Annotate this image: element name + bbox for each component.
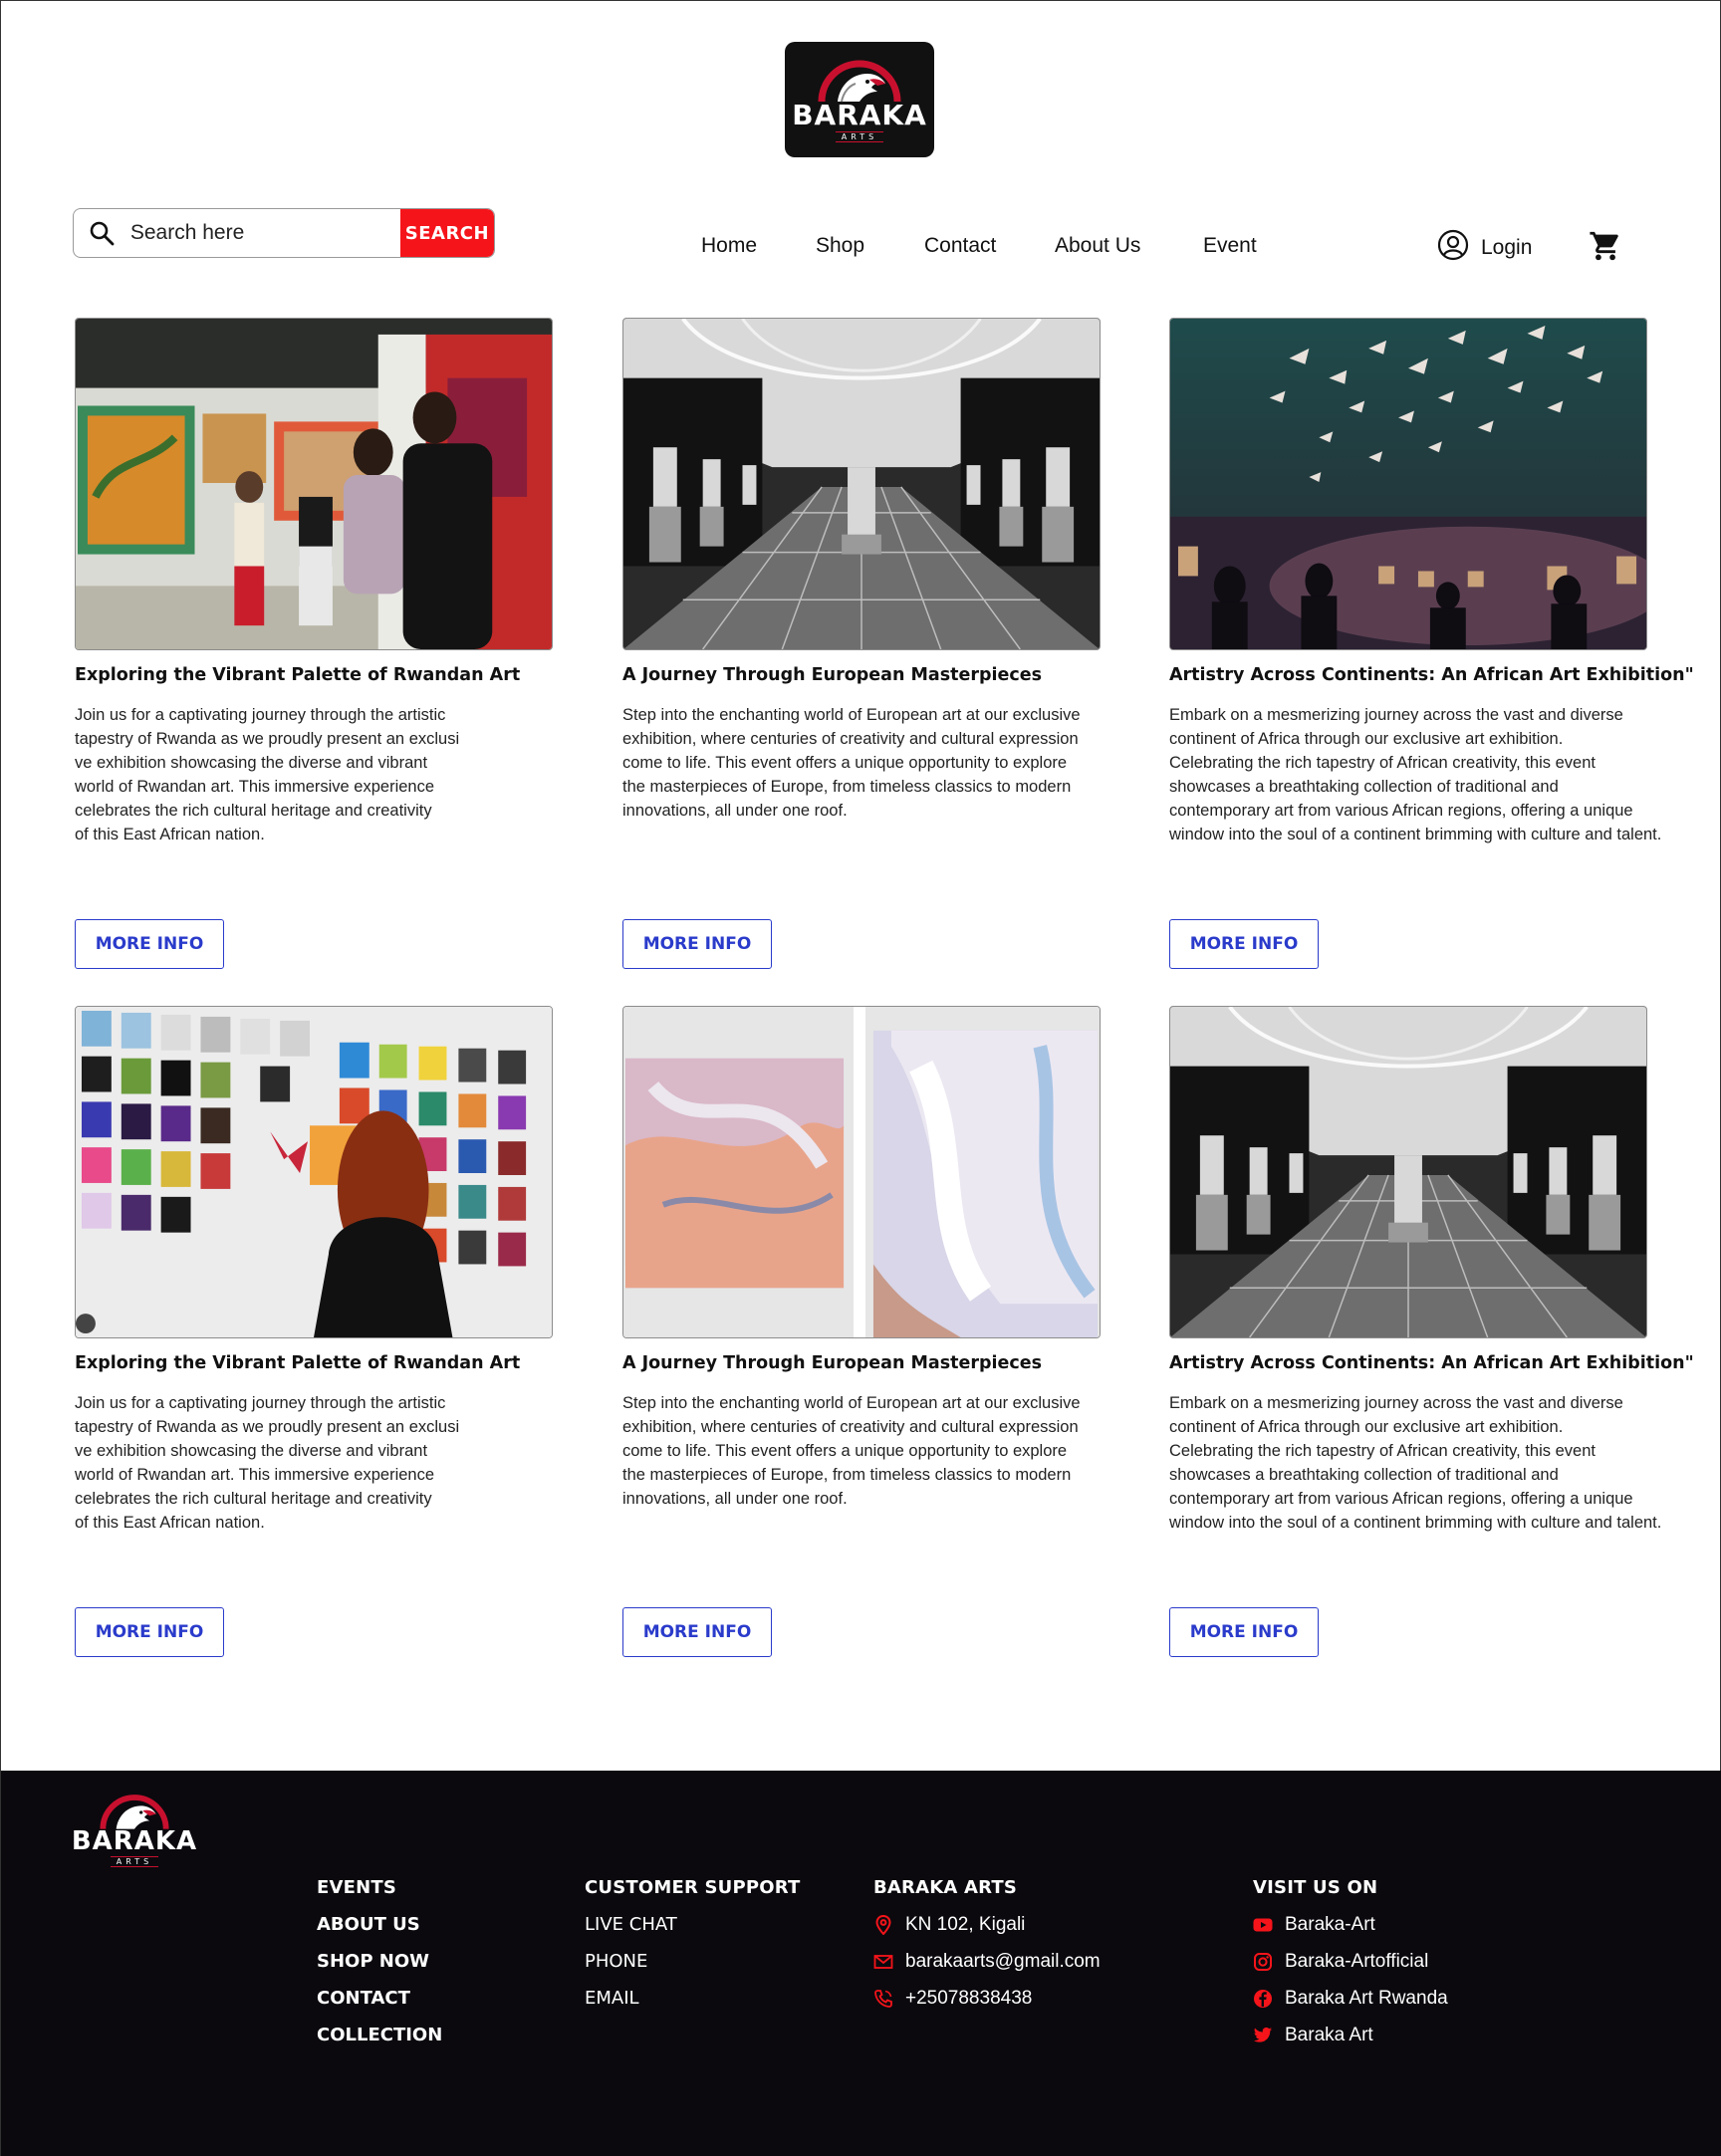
card-description: Embark on a mesmerizing journey across t… [1169,706,1662,843]
event-image-sculpture-hall [622,318,1101,650]
twitter-label: Baraka Art [1285,2025,1373,2045]
footer-address: KN 102, Kigali [873,1914,1101,1951]
address-text: KN 102, Kigali [905,1914,1026,1935]
more-info-button[interactable]: MORE INFO [75,1607,224,1657]
facebook-icon [1254,1990,1272,2008]
facebook-label: Baraka Art Rwanda [1285,1988,1448,2009]
social-youtube-link[interactable]: Baraka-Art [1253,1914,1448,1951]
event-card: A Journey Through European Masterpieces … [622,1006,1180,1657]
footer-link-phone[interactable]: PHONE [585,1951,801,1988]
nav-home[interactable]: Home [701,234,757,258]
footer-support-column: CUSTOMER SUPPORT LIVE CHAT PHONE EMAIL [585,1877,801,2025]
card-title: Exploring the Vibrant Palette of Rwandan… [75,1353,521,1373]
more-info-button[interactable]: MORE INFO [1169,919,1319,969]
phone-icon [874,1990,892,2008]
event-image-gallery-visitors [75,318,553,650]
youtube-label: Baraka-Art [1285,1914,1375,1935]
card-description: Step into the enchanting world of Europe… [622,1394,1081,1508]
event-image-abstract-paintings [622,1006,1101,1338]
more-info-button[interactable]: MORE INFO [1169,1607,1319,1657]
search-icon [74,209,130,257]
footer-social-column: VISIT US ON Baraka-Art Baraka-Artofficia… [1253,1877,1448,2061]
footer-link-about-us[interactable]: ABOUT US [317,1914,442,1951]
brand-sub: ARTS [110,1856,159,1867]
location-pin-icon [875,1915,891,1935]
footer: BARAKA ARTS EVENTS ABOUT US SHOP NOW CON… [1,1771,1721,2156]
social-twitter-link[interactable]: Baraka Art [1253,2025,1448,2061]
footer-link-events[interactable]: EVENTS [317,1877,442,1914]
footer-social-title: VISIT US ON [1253,1877,1378,1898]
footer-link-contact[interactable]: CONTACT [317,1988,442,2025]
footer-link-live-chat[interactable]: LIVE CHAT [585,1914,801,1951]
youtube-icon [1253,1918,1273,1932]
footer-email[interactable]: barakaarts@gmail.com [873,1951,1101,1988]
card-title: Artistry Across Continents: An African A… [1169,665,1694,685]
footer-link-shop-now[interactable]: SHOP NOW [317,1951,442,1988]
event-image-wall-of-paintings [75,1006,553,1338]
nav-about-us[interactable]: About Us [1055,234,1140,258]
card-title: A Journey Through European Masterpieces [622,665,1043,685]
event-card: A Journey Through European Masterpieces … [622,318,1180,969]
card-title: A Journey Through European Masterpieces [622,1353,1043,1373]
card-description: Join us for a captivating journey throug… [75,706,460,843]
email-text: barakaarts@gmail.com [905,1951,1101,1972]
footer-contact-title: BARAKA ARTS [873,1877,1018,1898]
nav-event[interactable]: Event [1203,234,1257,258]
instagram-label: Baraka-Artofficial [1285,1951,1429,1972]
nav-shop[interactable]: Shop [816,234,864,258]
more-info-button[interactable]: MORE INFO [622,1607,772,1657]
brand-logo[interactable]: BARAKA ARTS [785,42,934,157]
footer-phone[interactable]: +25078838438 [873,1988,1101,2025]
nav-contact[interactable]: Contact [924,234,996,258]
event-image-sculpture-hall [1169,1006,1647,1338]
instagram-icon [1254,1953,1272,1971]
footer-support-title: CUSTOMER SUPPORT [585,1877,801,1898]
phone-text: +25078838438 [905,1988,1033,2009]
search-bar: SEARCH [73,208,495,258]
event-card: Exploring the Vibrant Palette of Rwandan… [75,1006,632,1657]
more-info-button[interactable]: MORE INFO [622,919,772,969]
event-image-origami-installation [1169,318,1647,650]
brand-sub: ARTS [835,130,884,142]
footer-logo[interactable]: BARAKA ARTS [72,1793,196,1867]
search-button[interactable]: SEARCH [399,209,494,257]
footer-contact-column: BARAKA ARTS KN 102, Kigali barakaarts@gm… [873,1877,1101,2025]
user-circle-icon [1437,229,1469,267]
brand-name: BARAKA [71,1826,198,1856]
event-card: Artistry Across Continents: An African A… [1169,318,1721,969]
card-title: Exploring the Vibrant Palette of Rwandan… [75,665,521,685]
event-card: Artistry Across Continents: An African A… [1169,1006,1721,1657]
card-title: Artistry Across Continents: An African A… [1169,1353,1694,1373]
login-label: Login [1481,236,1533,259]
card-description: Join us for a captivating journey throug… [75,1394,460,1532]
event-card: Exploring the Vibrant Palette of Rwandan… [75,318,632,969]
twitter-icon [1253,2027,1273,2042]
social-instagram-link[interactable]: Baraka-Artofficial [1253,1951,1448,1988]
brand-name: BARAKA [792,98,927,131]
cart-icon[interactable] [1589,229,1622,267]
footer-link-email[interactable]: EMAIL [585,1988,801,2025]
footer-events-column: EVENTS ABOUT US SHOP NOW CONTACT COLLECT… [317,1877,442,2061]
card-description: Step into the enchanting world of Europe… [622,706,1081,820]
card-description: Embark on a mesmerizing journey across t… [1169,1394,1662,1532]
mail-icon [873,1955,893,1969]
login-link[interactable]: Login [1437,229,1532,267]
social-facebook-link[interactable]: Baraka Art Rwanda [1253,1988,1448,2025]
more-info-button[interactable]: MORE INFO [75,919,224,969]
footer-link-collection[interactable]: COLLECTION [317,2025,442,2061]
search-input[interactable] [129,209,400,257]
